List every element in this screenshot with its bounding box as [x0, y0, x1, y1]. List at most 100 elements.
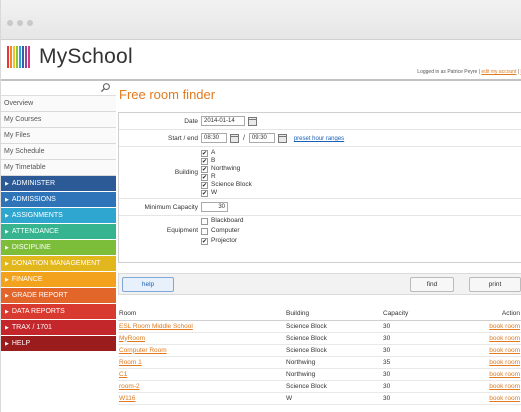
building-option-a[interactable]: ✔ A [201, 149, 252, 157]
column-header-capacity[interactable]: Capacity [382, 307, 482, 321]
header-separator: | [517, 69, 520, 75]
checkbox[interactable] [201, 217, 208, 225]
building-cell: Science Block [285, 332, 382, 345]
sidebar-item-assignments[interactable]: ▶ ASSIGNMENTS [1, 208, 116, 224]
capacity-cell: 30 [382, 392, 482, 405]
room-cell: MyRoom [118, 332, 285, 345]
building-cell: W [285, 392, 382, 405]
book-room-link[interactable]: book room [489, 323, 520, 330]
window-close-dot[interactable] [7, 20, 13, 26]
sidebar-item-label: DATA REPORTS [11, 308, 65, 315]
logo-bar [13, 46, 15, 68]
room-link[interactable]: W116 [119, 395, 136, 402]
checkbox[interactable] [201, 227, 208, 235]
checkbox-label: Northwing [211, 165, 241, 172]
capacity-cell: 30 [382, 320, 482, 333]
app-name: MySchool [39, 45, 133, 68]
chevron-right-icon: ▶ [5, 181, 9, 187]
book-room-link[interactable]: book room [489, 347, 520, 354]
sidebar-item-my-files[interactable]: My Files [1, 128, 116, 144]
sidebar-item-my-timetable[interactable]: My Timetable [1, 160, 116, 176]
date-input[interactable]: 2014-01-14 [201, 116, 245, 126]
table-row: room-2 Science Block 30 book room [118, 380, 521, 393]
start-time-input[interactable]: 08:30 [201, 133, 227, 143]
checkbox[interactable]: ✔ [201, 181, 208, 189]
room-cell: C1 [118, 368, 285, 381]
min-capacity-row: Minimum Capacity 30 [119, 199, 521, 216]
building-option-northwing[interactable]: ✔ Northwing [201, 165, 252, 173]
capacity-cell: 30 [382, 332, 482, 345]
book-room-link[interactable]: book room [489, 335, 520, 342]
sidebar-item-grade-report[interactable]: ▶ GRADE REPORT [1, 288, 116, 304]
calendar-icon[interactable] [248, 116, 257, 126]
sidebar-item-data-reports[interactable]: ▶ DATA REPORTS [1, 304, 116, 320]
help-button[interactable]: help [122, 277, 174, 292]
checkbox[interactable]: ✔ [201, 189, 208, 197]
equipment-option-computer[interactable]: Computer [201, 226, 244, 236]
calendar-icon[interactable] [277, 133, 287, 143]
book-room-link[interactable]: book room [489, 359, 520, 366]
window-zoom-dot[interactable] [27, 20, 33, 26]
capacity-cell: 35 [382, 356, 482, 369]
calendar-icon[interactable] [230, 133, 239, 143]
sidebar-item-help[interactable]: ▶ HELP [1, 336, 116, 352]
sidebar-item-trax[interactable]: ▶ TRAX / 1701 [1, 320, 116, 336]
app-logo[interactable]: MySchool [7, 42, 133, 72]
action-cell: book room [482, 332, 521, 345]
checkbox[interactable]: ✔ [201, 237, 208, 245]
start-end-row: Start / end 08:30 / 09:30 preset hour ra… [119, 130, 521, 147]
equipment-option-blackboard[interactable]: Blackboard [201, 216, 244, 226]
sidebar-search-input[interactable] [2, 83, 101, 94]
building-option-r[interactable]: ✔ R [201, 173, 252, 181]
room-link[interactable]: Computer Room [119, 347, 167, 354]
sidebar-item-finance[interactable]: ▶ FINANCE [1, 272, 116, 288]
room-link[interactable]: C1 [119, 371, 127, 378]
sidebar-item-attendance[interactable]: ▶ ATTENDANCE [1, 224, 116, 240]
sidebar-item-my-schedule[interactable]: My Schedule [1, 144, 116, 160]
start-end-label: Start / end [168, 135, 198, 142]
book-room-link[interactable]: book room [489, 395, 520, 402]
edit-account-link[interactable]: edit my account [481, 69, 516, 75]
chevron-right-icon: ▶ [5, 277, 9, 283]
date-label: Date [184, 118, 198, 125]
logo-bar [10, 46, 12, 68]
sidebar-item-donation-management[interactable]: ▶ DONATION MANAGEMENT [1, 256, 116, 272]
find-button[interactable]: find [410, 277, 454, 292]
sidebar-item-label: ADMISSIONS [11, 196, 56, 203]
equipment-option-projector[interactable]: ✔ Projector [201, 236, 244, 246]
sidebar-item-admissions[interactable]: ▶ ADMISSIONS [1, 192, 116, 208]
book-room-link[interactable]: book room [489, 371, 520, 378]
column-header-building[interactable]: Building [285, 307, 382, 321]
building-option-b[interactable]: ✔ B [201, 157, 252, 165]
column-header-room[interactable]: Room [118, 307, 285, 321]
room-link[interactable]: Room 1 [119, 359, 142, 366]
building-option-science-block[interactable]: ✔ Science Block [201, 181, 252, 189]
action-cell: book room [482, 344, 521, 357]
checkbox[interactable]: ✔ [201, 173, 208, 181]
preset-hour-ranges-link[interactable]: preset hour ranges [294, 136, 344, 142]
action-cell: book room [482, 368, 521, 381]
end-time-input[interactable]: 09:30 [248, 133, 275, 143]
building-cell: Science Block [285, 320, 382, 333]
sidebar-item-overview[interactable]: Overview [1, 96, 116, 112]
print-button[interactable]: print [469, 277, 521, 292]
search-icon[interactable] [100, 82, 111, 93]
book-room-link[interactable]: book room [489, 383, 520, 390]
sidebar-item-my-courses[interactable]: My Courses [1, 112, 116, 128]
checkbox[interactable]: ✔ [201, 165, 208, 173]
room-link[interactable]: ESL Room Middle School [119, 323, 193, 330]
action-cell: book room [482, 356, 521, 369]
sidebar-item-discipline[interactable]: ▶ DISCIPLINE [1, 240, 116, 256]
equipment-label: Equipment [166, 227, 198, 234]
checkbox[interactable]: ✔ [201, 157, 208, 165]
logo-bars-icon [7, 46, 31, 68]
sidebar-item-administer[interactable]: ▶ ADMINISTER [1, 176, 116, 192]
room-link[interactable]: MyRoom [119, 335, 145, 342]
window-minimize-dot[interactable] [17, 20, 23, 26]
checkbox[interactable]: ✔ [201, 149, 208, 157]
min-capacity-label: Minimum Capacity [144, 204, 198, 211]
building-option-w[interactable]: ✔ W [201, 189, 252, 197]
min-capacity-input[interactable]: 30 [201, 202, 228, 212]
room-link[interactable]: room-2 [119, 383, 140, 390]
room-search-form: Date 2014-01-14 Start / end 08:30 / 09:3… [118, 112, 521, 263]
